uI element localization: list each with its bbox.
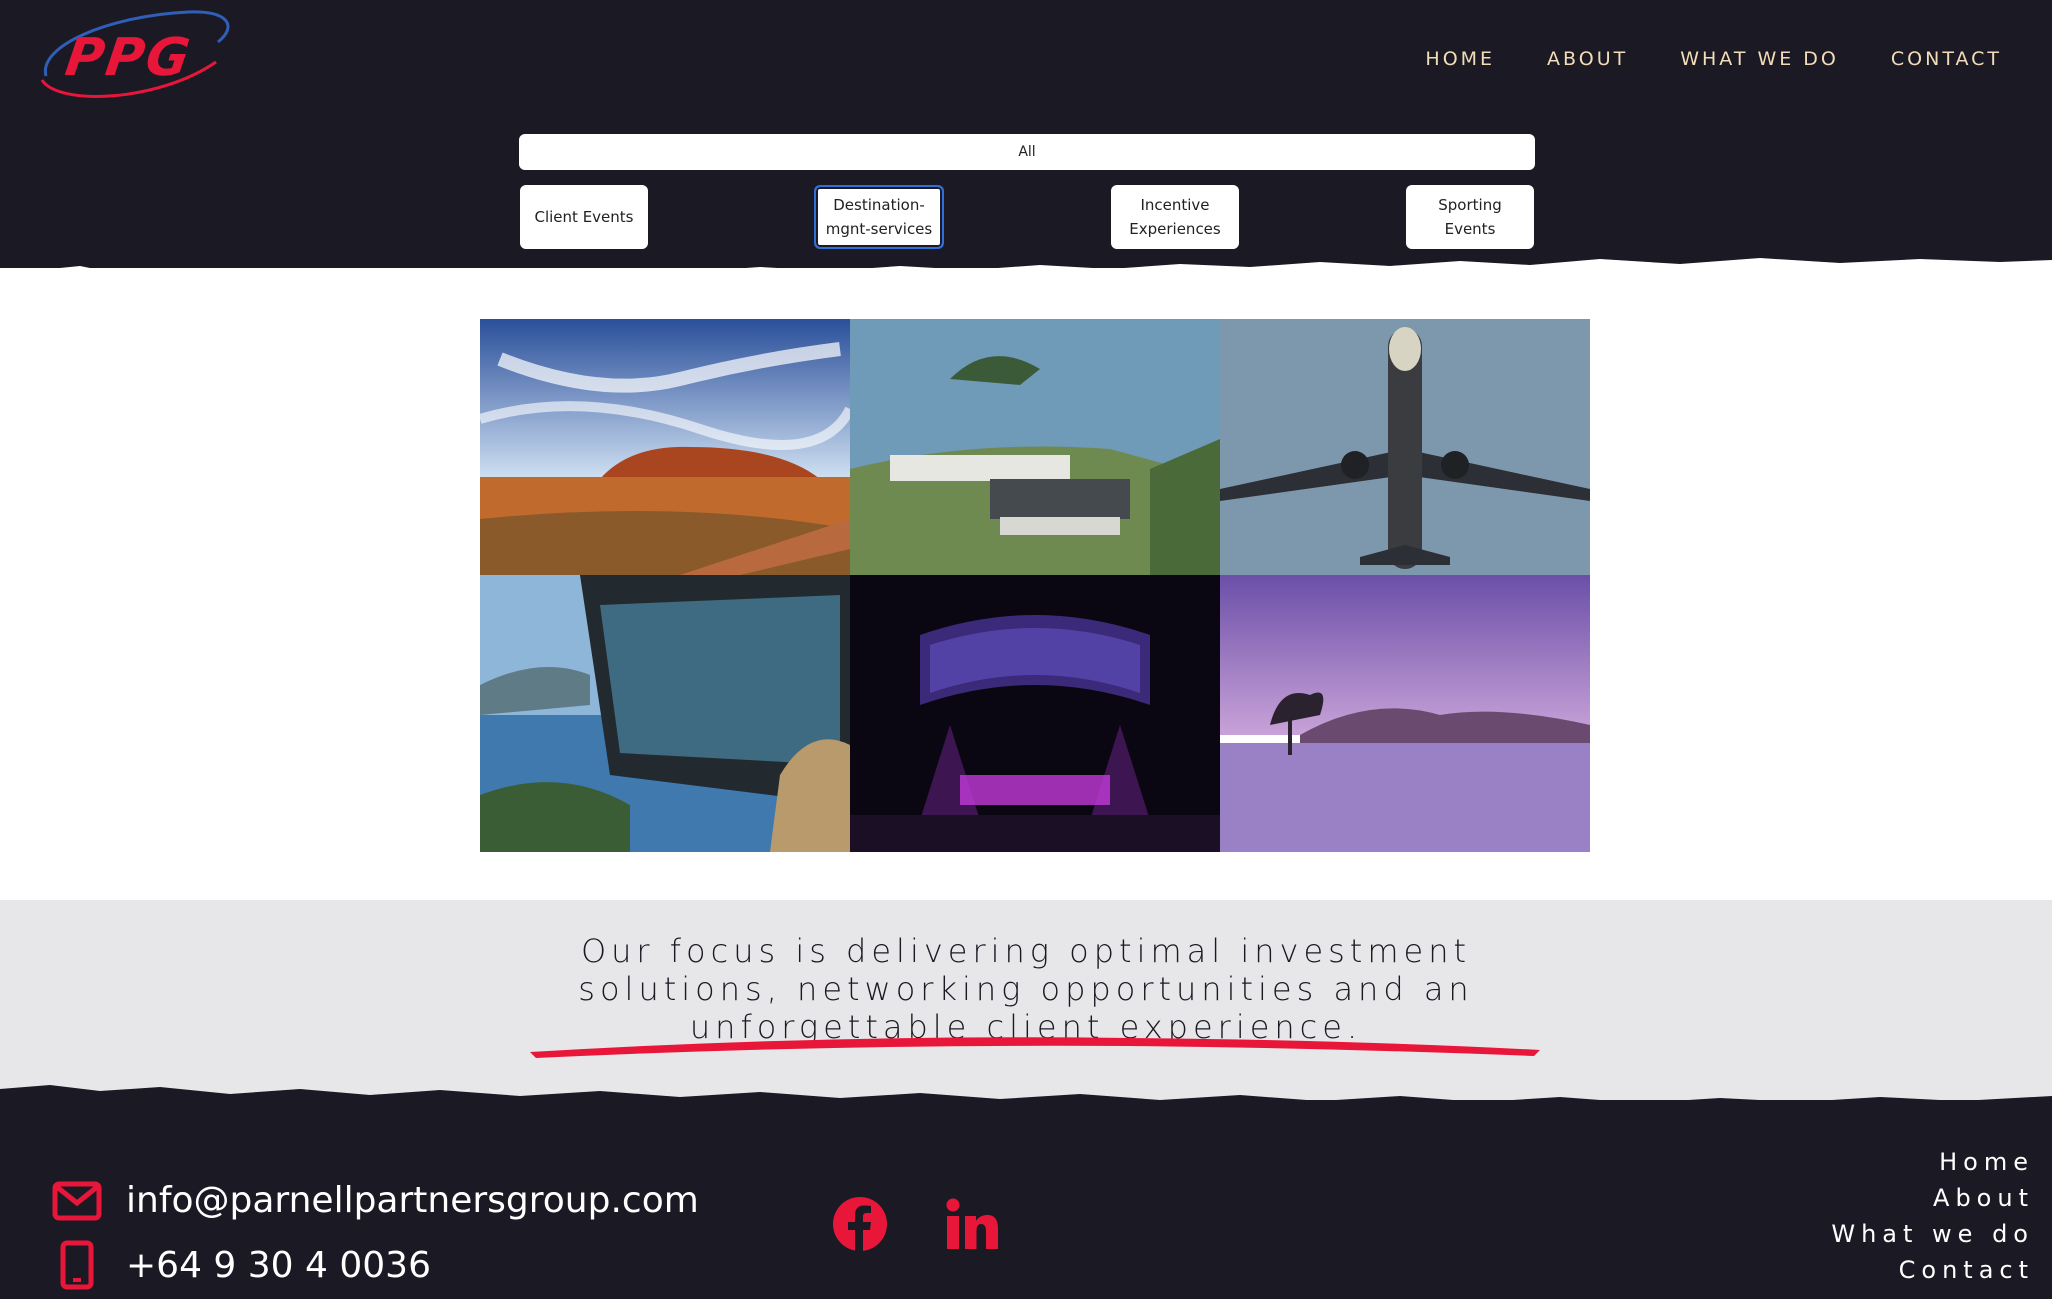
gallery-item-concert[interactable]	[850, 575, 1220, 852]
filter-incentive-experiences-button[interactable]: Incentive Experiences	[1111, 185, 1239, 249]
nav-what-we-do[interactable]: WHAT WE DO	[1680, 48, 1839, 70]
facebook-icon[interactable]	[832, 1196, 888, 1252]
phone-row: +64 9 30 4 0036	[60, 1240, 431, 1290]
island-resort-photo	[850, 319, 1220, 575]
gallery-item-uluru[interactable]	[480, 319, 850, 575]
gallery-item-airplane[interactable]	[1220, 319, 1590, 575]
linkedin-icon[interactable]	[946, 1198, 998, 1250]
wanaka-tree-lake-photo	[1220, 575, 1590, 852]
main-nav: HOME ABOUT WHAT WE DO CONTACT	[1425, 48, 2002, 70]
gallery-item-wanaka-tree[interactable]	[1220, 575, 1590, 852]
filter-client-events-button[interactable]: Client Events	[520, 185, 648, 249]
ppg-logo[interactable]: PPG	[38, 6, 234, 106]
red-brush-underline	[530, 1037, 1540, 1058]
nav-home[interactable]: HOME	[1425, 48, 1495, 70]
torn-paper-edge-top	[0, 258, 2052, 290]
filter-all-button[interactable]: All	[519, 134, 1535, 170]
footer-nav-about[interactable]: About	[1831, 1180, 2034, 1216]
concert-stage-photo	[850, 575, 1220, 852]
airplane-overhead-photo	[1220, 319, 1590, 575]
footer-nav-home[interactable]: Home	[1831, 1144, 2034, 1180]
glass-building-lake-photo	[480, 575, 850, 852]
nav-about[interactable]: ABOUT	[1547, 48, 1628, 70]
footer-nav: Home About What we do Contact	[1831, 1144, 2034, 1288]
footer-nav-contact[interactable]: Contact	[1831, 1252, 2034, 1288]
envelope-icon	[52, 1181, 102, 1220]
nav-contact[interactable]: CONTACT	[1891, 48, 2002, 70]
mobile-phone-icon	[60, 1240, 94, 1290]
uluru-outback-photo	[480, 319, 850, 575]
focus-statement: Our focus is delivering optimal investme…	[578, 932, 1474, 1046]
filter-sporting-events-button[interactable]: Sporting Events	[1406, 185, 1534, 249]
filter-destination-mgnt-button[interactable]: Destination-mgnt-services	[814, 185, 944, 249]
gallery-item-island-resort[interactable]	[850, 319, 1220, 575]
footer-nav-what-we-do[interactable]: What we do	[1831, 1216, 2034, 1252]
site-header: PPG HOME ABOUT WHAT WE DO CONTACT All Cl…	[0, 0, 2052, 270]
gallery-item-glass-building[interactable]	[480, 575, 850, 852]
phone-link[interactable]: +64 9 30 4 0036	[126, 1245, 431, 1286]
email-row: info@parnellpartnersgroup.com	[52, 1180, 699, 1221]
photo-gallery	[480, 319, 1590, 852]
email-link[interactable]: info@parnellpartnersgroup.com	[126, 1180, 699, 1221]
logo-text: PPG	[61, 28, 196, 88]
